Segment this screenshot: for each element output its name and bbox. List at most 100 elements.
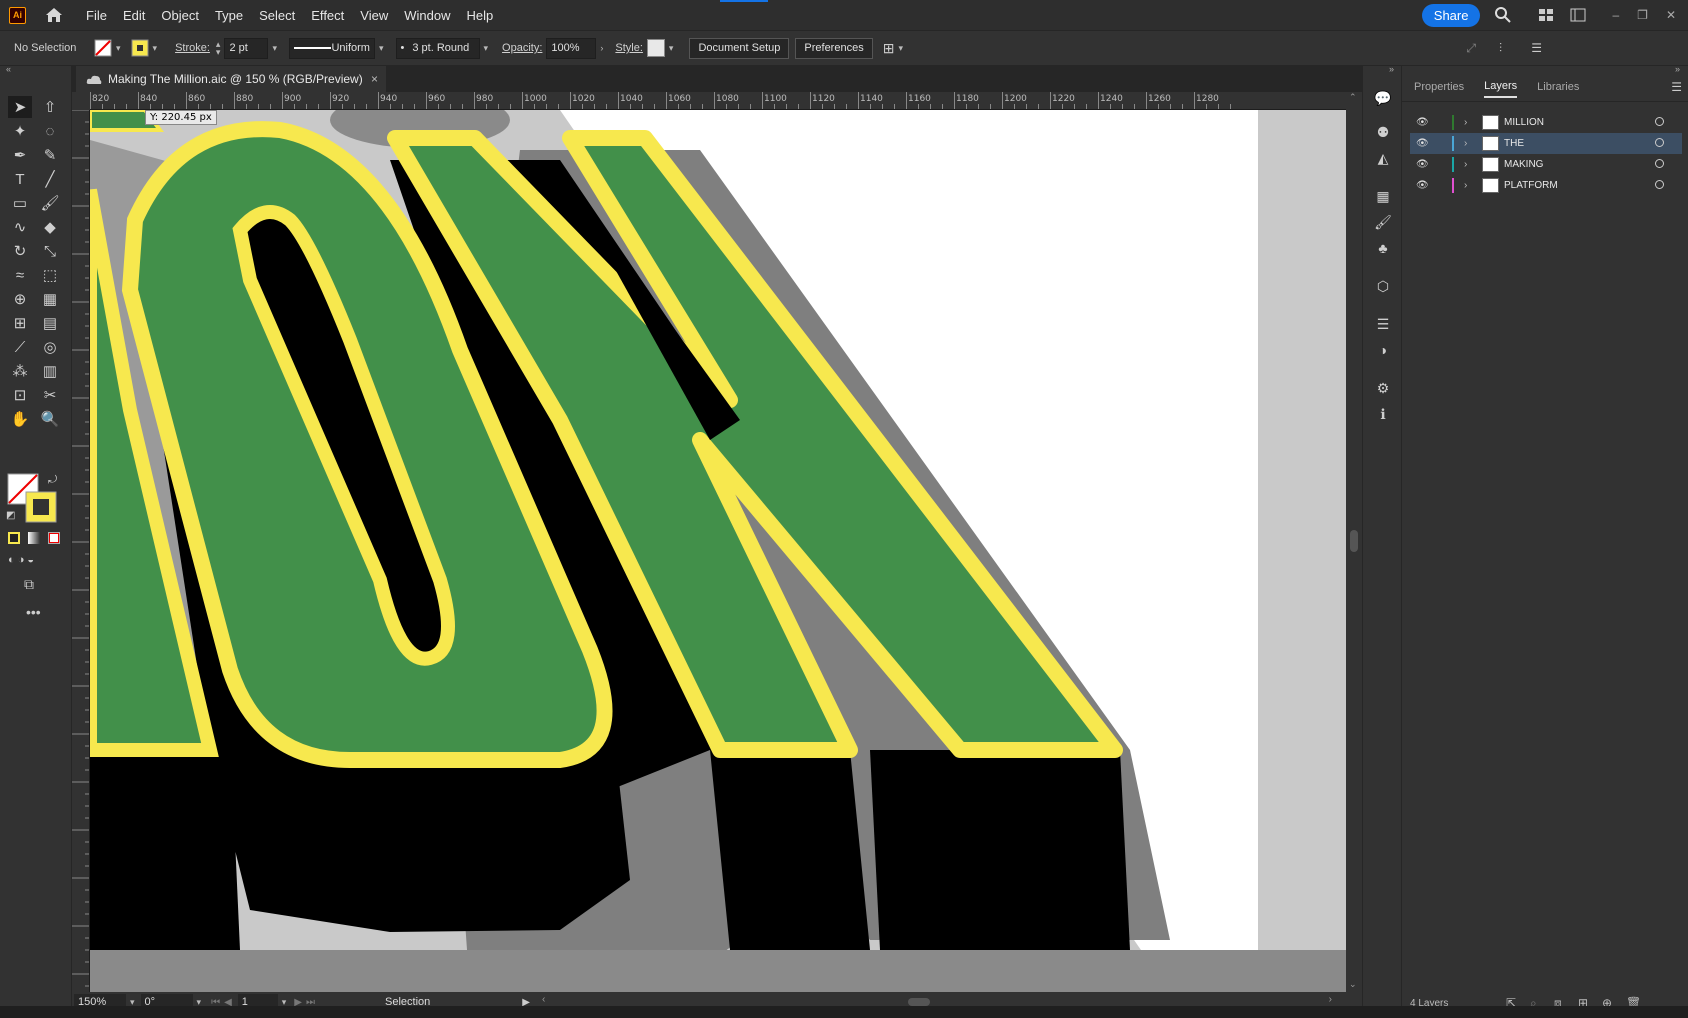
document-tab[interactable]: Making The Million.aic @ 150 % (RGB/Prev… [76,66,386,92]
layer-row-platform[interactable]: 👁 › PLATFORM [1410,175,1682,196]
scroll-up-icon[interactable]: ⌃ [1349,92,1357,103]
pathfinder-icon[interactable]: ◑ [1373,340,1393,360]
vertical-scroll-thumb[interactable] [1350,530,1358,552]
mesh-tool-icon[interactable]: ⊞ [8,312,32,334]
brush-dropdown-icon[interactable]: ▾ [484,43,489,54]
line-tool-icon[interactable]: ╱ [38,168,62,190]
document-setup-button[interactable]: Document Setup [689,37,790,59]
artwork[interactable] [90,110,1346,992]
warp-tool-icon[interactable]: ≈ [8,264,32,286]
scale-tool-icon[interactable]: ⤡ [38,240,62,262]
selection-tool-icon[interactable]: ➤ [8,96,32,118]
symbol-sprayer-tool-icon[interactable]: ⁂ [8,360,32,382]
arrange-icon[interactable]: ⫶ [1499,41,1502,56]
free-transform-tool-icon[interactable]: ⬚ [38,264,62,286]
none-mode-icon[interactable] [48,532,60,544]
collapse-panel-icon[interactable]: » [1675,64,1680,74]
style-dropdown-icon[interactable]: ▾ [669,43,674,54]
type-tool-icon[interactable]: T [8,168,32,190]
default-fill-stroke-icon[interactable]: ◩ [6,510,15,521]
appearance-icon[interactable]: ⚉ [1373,122,1393,142]
layer-name[interactable]: THE [1504,138,1524,149]
layer-target-icon[interactable] [1655,159,1664,168]
menu-type[interactable]: Type [215,8,243,23]
brushes-icon[interactable]: 🖌 [1373,212,1393,232]
artboard-tool-icon[interactable]: ⊡ [8,384,32,406]
collapse-strip-icon[interactable]: » [1389,64,1394,74]
eyedropper-tool-icon[interactable]: ⟋ [8,336,32,358]
curvature-tool-icon[interactable]: ✎ [38,144,62,166]
magic-wand-tool-icon[interactable]: ✦ [8,120,32,142]
eraser-tool-icon[interactable]: ◆ [38,216,62,238]
home-icon[interactable] [44,5,64,25]
align-dropdown-icon[interactable]: ▾ [898,43,903,54]
menu-window[interactable]: Window [404,8,450,23]
scroll-right-icon[interactable]: › [1329,994,1332,1005]
layer-name[interactable]: MAKING [1504,159,1543,170]
layer-row-making[interactable]: 👁 › MAKING [1410,154,1682,175]
transform-icon[interactable]: ⤢ [1466,41,1476,56]
shaper-tool-icon[interactable]: ∿ [8,216,32,238]
preferences-button[interactable]: Preferences [795,37,873,59]
perspective-grid-tool-icon[interactable]: ▦ [38,288,62,310]
artboard-canvas[interactable]: Y: 220.45 px [90,110,1346,992]
rotate-tool-icon[interactable]: ↻ [8,240,32,262]
visibility-eye-icon[interactable]: 👁 [1416,180,1430,191]
transparency-icon[interactable]: ◭ [1373,148,1393,168]
opacity-input[interactable]: 100% [546,37,597,59]
color-mode-icon[interactable] [8,532,20,544]
layer-name[interactable]: PLATFORM [1504,180,1558,191]
properties-gear-icon[interactable]: ⚙ [1373,378,1393,398]
vertical-scrollbar[interactable]: ⌃ ⌄ [1346,92,1362,992]
vertical-ruler[interactable] [72,110,90,992]
tab-layers[interactable]: Layers [1484,80,1518,98]
collapse-toolbar-icon[interactable]: « [6,64,11,74]
screen-mode-icon[interactable]: ⧉ [24,576,34,593]
stroke-swatch[interactable] [131,39,149,57]
swap-fill-stroke-icon[interactable]: ⤾ [48,474,57,487]
rectangle-tool-icon[interactable]: ▭ [8,192,32,214]
arrange-documents-icon[interactable] [1538,8,1554,22]
gradient-mode-icon[interactable] [28,532,40,544]
scroll-down-icon[interactable]: ⌄ [1349,979,1357,990]
lasso-tool-icon[interactable]: ◌ [38,120,62,142]
3d-materials-icon[interactable]: ⬡ [1373,276,1393,296]
share-button[interactable]: Share [1421,3,1481,27]
layer-name[interactable]: MILLION [1504,117,1544,128]
fill-swatch[interactable] [94,39,112,57]
draw-mode-icon[interactable]: ◐ ◑ ◒ [8,554,34,566]
panel-options-icon[interactable]: ☰ [1671,80,1682,94]
hand-tool-icon[interactable]: ✋ [8,408,32,430]
style-swatch[interactable] [646,39,665,57]
align-options-icon[interactable]: ⊞ [883,40,895,57]
variable-width-profile[interactable]: Uniform [288,37,375,59]
stroke-weight-input[interactable]: 2 pt [224,37,269,59]
slice-tool-icon[interactable]: ✂ [38,384,62,406]
fill-dropdown-icon[interactable]: ▾ [116,43,121,54]
shape-builder-tool-icon[interactable]: ⊕ [8,288,32,310]
workspace-icon[interactable] [1570,8,1586,22]
brush-definition[interactable]: • 3 pt. Round [395,37,480,59]
panel-menu-icon[interactable]: ☰ [1531,41,1542,55]
layer-row-the[interactable]: 👁 › THE [1410,133,1682,154]
horizontal-scroll-thumb[interactable] [908,998,930,1006]
visibility-eye-icon[interactable]: 👁 [1416,138,1430,149]
search-icon[interactable] [1494,6,1512,24]
expand-layer-icon[interactable]: › [1464,138,1474,149]
expand-layer-icon[interactable]: › [1464,180,1474,191]
paintbrush-tool-icon[interactable]: 🖌 [38,192,62,214]
zoom-tool-icon[interactable]: 🔍 [38,408,62,430]
menu-effect[interactable]: Effect [311,8,344,23]
layer-row-million[interactable]: 👁 › MILLION [1410,112,1682,133]
direct-selection-tool-icon[interactable]: ⇧ [38,96,62,118]
expand-layer-icon[interactable]: › [1464,159,1474,170]
stroke-weight-dropdown-icon[interactable]: ▾ [272,43,277,54]
symbols-icon[interactable]: ♣ [1373,238,1393,258]
close-window-icon[interactable]: ✕ [1666,8,1676,22]
info-icon[interactable]: ℹ [1373,404,1393,424]
horizontal-ruler[interactable]: 820 840 860 880 900 920 940 960 980 1000 1020 1040 1… [90,92,1352,110]
layer-target-icon[interactable] [1655,138,1664,147]
gradient-tool-icon[interactable]: ▤ [38,312,62,334]
pen-tool-icon[interactable]: ✒ [8,144,32,166]
layer-target-icon[interactable] [1655,180,1664,189]
